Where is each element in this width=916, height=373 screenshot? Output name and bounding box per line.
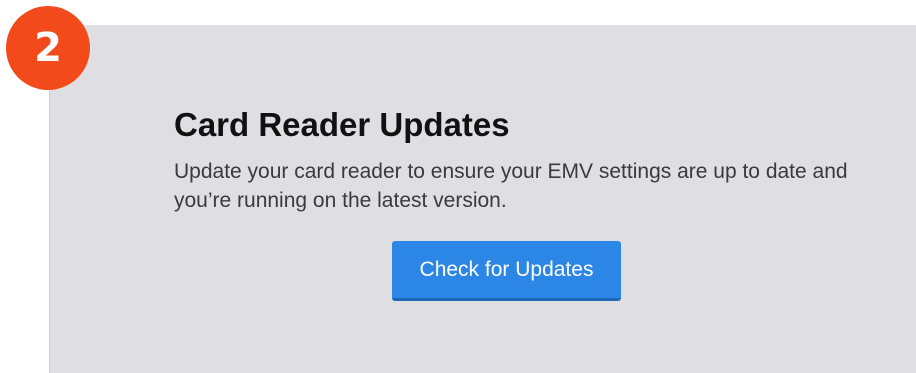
- section-description: Update your card reader to ensure your E…: [174, 160, 848, 212]
- step-number-badge: 2: [6, 6, 90, 90]
- section-title: Card Reader Updates: [174, 106, 510, 143]
- check-for-updates-button[interactable]: Check for Updates: [392, 241, 621, 301]
